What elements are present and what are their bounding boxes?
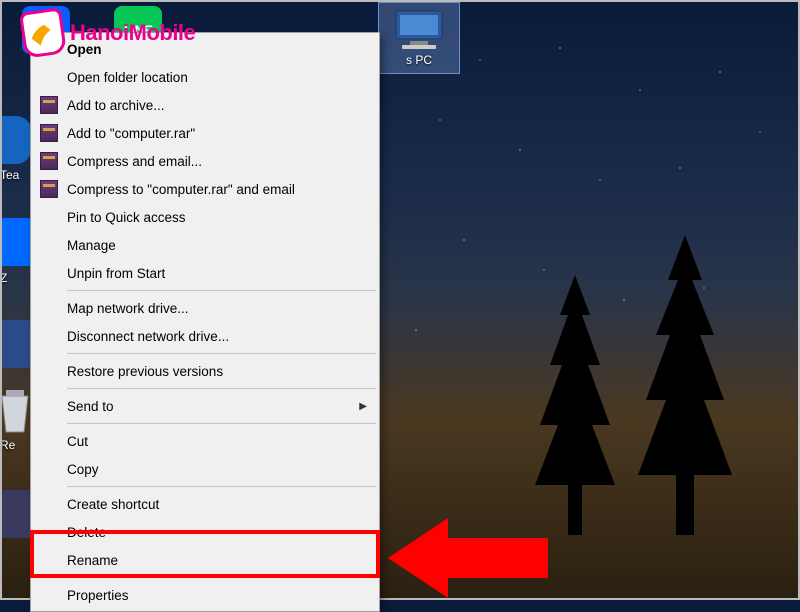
menu-label: Open folder location <box>67 70 188 85</box>
context-menu: Open Open folder location Add to archive… <box>30 32 380 612</box>
menu-label: Add to "computer.rar" <box>67 126 195 141</box>
menu-separator <box>67 290 376 291</box>
menu-disconnect-network-drive[interactable]: Disconnect network drive... <box>33 322 377 350</box>
winrar-icon <box>39 179 59 199</box>
menu-copy[interactable]: Copy <box>33 455 377 483</box>
desktop-icon-label: Tea <box>0 168 19 182</box>
menu-cut[interactable]: Cut <box>33 427 377 455</box>
winrar-icon <box>39 95 59 115</box>
menu-label: Pin to Quick access <box>67 210 186 225</box>
menu-separator <box>67 388 376 389</box>
menu-label: Manage <box>67 238 116 253</box>
menu-label: Unpin from Start <box>67 266 165 281</box>
menu-label: Add to archive... <box>67 98 165 113</box>
phone-wrench-icon <box>19 7 67 58</box>
menu-label: Rename <box>67 553 118 568</box>
desktop-icon-label: s PC <box>406 53 432 67</box>
menu-unpin-from-start[interactable]: Unpin from Start <box>33 259 377 287</box>
menu-restore-previous-versions[interactable]: Restore previous versions <box>33 357 377 385</box>
menu-separator <box>67 577 376 578</box>
menu-rename[interactable]: Rename <box>33 546 377 574</box>
menu-open-folder-location[interactable]: Open folder location <box>33 63 377 91</box>
menu-manage[interactable]: Manage <box>33 231 377 259</box>
desktop-icon-zalo[interactable] <box>0 218 34 266</box>
computer-icon <box>392 9 446 49</box>
menu-label: Send to <box>67 399 114 414</box>
menu-add-to-archive[interactable]: Add to archive... <box>33 91 377 119</box>
menu-label: Delete <box>67 525 106 540</box>
desktop-icon-this-pc[interactable]: s PC <box>378 2 460 74</box>
menu-label: Compress and email... <box>67 154 202 169</box>
menu-pin-quick-access[interactable]: Pin to Quick access <box>33 203 377 231</box>
desktop-icon-teamviewer[interactable] <box>0 116 34 164</box>
menu-label: Copy <box>67 462 99 477</box>
chevron-right-icon: ▶ <box>359 401 367 412</box>
desktop-icon-label: Z <box>0 271 7 285</box>
menu-label: Disconnect network drive... <box>67 329 229 344</box>
menu-compress-rar-email[interactable]: Compress to "computer.rar" and email <box>33 175 377 203</box>
desktop-icon-label: Re <box>0 438 15 452</box>
menu-add-to-rar[interactable]: Add to "computer.rar" <box>33 119 377 147</box>
desktop-icon-app[interactable] <box>0 320 34 368</box>
menu-label: Restore previous versions <box>67 364 223 379</box>
menu-map-network-drive[interactable]: Map network drive... <box>33 294 377 322</box>
menu-delete[interactable]: Delete <box>33 518 377 546</box>
menu-separator <box>67 423 376 424</box>
wallpaper-tree <box>620 235 750 540</box>
menu-separator <box>67 486 376 487</box>
watermark-logo: HanoiMobile <box>22 10 195 56</box>
menu-create-shortcut[interactable]: Create shortcut <box>33 490 377 518</box>
menu-compress-email[interactable]: Compress and email... <box>33 147 377 175</box>
menu-label: Properties <box>67 588 129 603</box>
wallpaper-tree <box>520 275 630 540</box>
menu-separator <box>67 353 376 354</box>
watermark-text: HanoiMobile <box>70 20 195 46</box>
menu-label: Create shortcut <box>67 497 159 512</box>
menu-send-to[interactable]: Send to ▶ <box>33 392 377 420</box>
menu-label: Compress to "computer.rar" and email <box>67 182 295 197</box>
menu-label: Cut <box>67 434 88 449</box>
winrar-icon <box>39 151 59 171</box>
desktop-icon-app[interactable] <box>0 490 34 538</box>
desktop-icon-recycle-bin[interactable] <box>0 390 20 438</box>
winrar-icon <box>39 123 59 143</box>
menu-label: Map network drive... <box>67 301 189 316</box>
menu-properties[interactable]: Properties <box>33 581 377 609</box>
